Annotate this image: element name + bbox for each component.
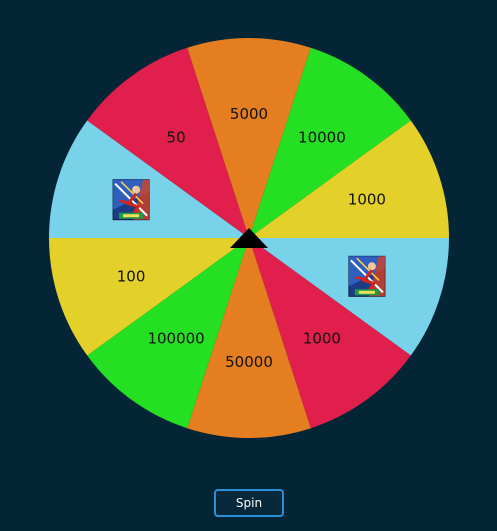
game-character-icon [112, 179, 150, 221]
wheel-segment-label: 1000 [303, 329, 341, 347]
wheel-segment-label: 50000 [225, 353, 273, 371]
wheel-segment-label: 50 [167, 129, 186, 147]
wheel-segment-label: 100000 [147, 329, 204, 347]
wheel-segment-label: 100 [117, 267, 146, 285]
wheel-segment-label: 10000 [298, 129, 346, 147]
prize-wheel-app: 1000 50000 100000 100 50 5000 10000 1000 Spin [0, 0, 497, 531]
spin-button[interactable]: Spin [214, 489, 284, 517]
wheel-segment-label: 1000 [348, 191, 386, 209]
prize-wheel[interactable]: 1000 50000 100000 100 50 5000 10000 1000 [0, 0, 497, 531]
game-character-icon [348, 255, 386, 297]
wheel-segment-label: 5000 [230, 105, 268, 123]
